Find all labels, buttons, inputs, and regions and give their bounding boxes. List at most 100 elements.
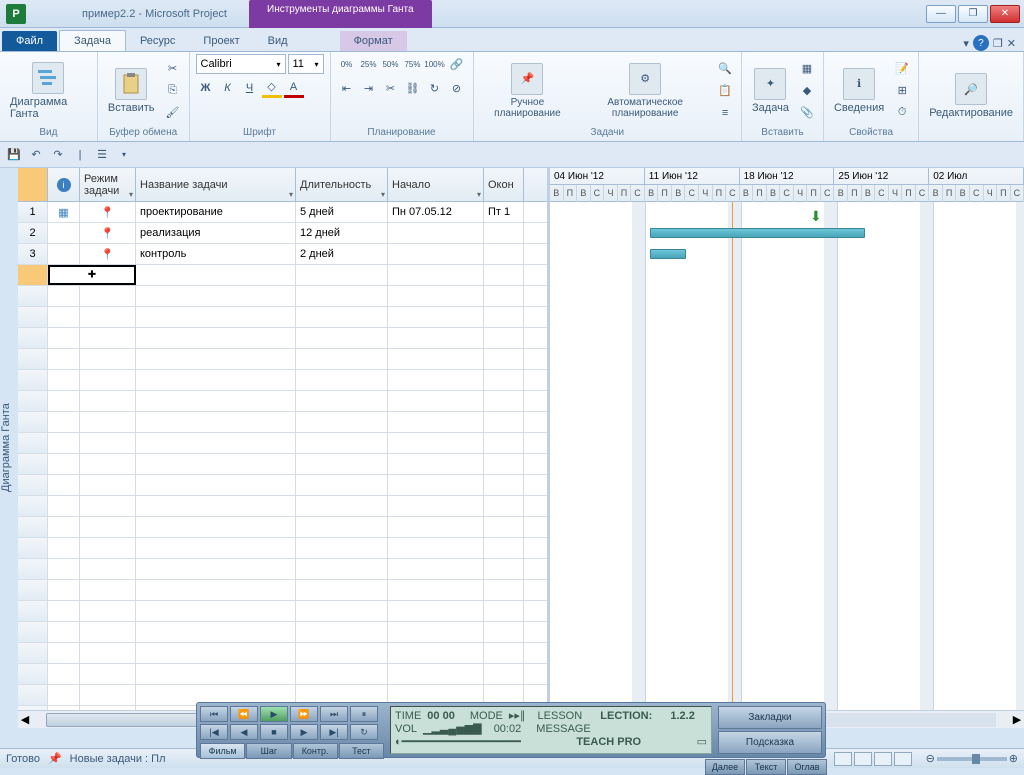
- tab-project[interactable]: Проект: [189, 31, 253, 51]
- indent-button[interactable]: ⇥: [359, 78, 379, 98]
- table-row[interactable]: 3 📍 контроль 2 дней: [18, 244, 547, 265]
- view-resource-button[interactable]: [894, 752, 912, 766]
- format-painter-button[interactable]: 🖌: [163, 103, 183, 123]
- view-gantt-button[interactable]: [834, 752, 852, 766]
- media-bookmarks-button[interactable]: Закладки: [718, 706, 822, 729]
- split-button[interactable]: ✂: [381, 78, 401, 98]
- gantt-canvas[interactable]: ⬇: [550, 202, 1024, 710]
- undo-button[interactable]: ↶: [28, 147, 44, 163]
- close-button[interactable]: ✕: [990, 5, 1020, 23]
- task-insert-button[interactable]: ✦Задача: [748, 66, 793, 116]
- col-name[interactable]: Название задачи▾: [136, 168, 296, 201]
- table-row-new[interactable]: [18, 265, 547, 286]
- pct50-button[interactable]: 50%: [381, 54, 401, 74]
- table-row-empty[interactable]: [18, 307, 547, 328]
- media-bottom-next[interactable]: Далее: [705, 759, 745, 775]
- table-row-empty[interactable]: [18, 370, 547, 391]
- summary-button[interactable]: ▦: [797, 59, 817, 79]
- table-row-empty[interactable]: [18, 349, 547, 370]
- table-row-empty[interactable]: [18, 559, 547, 580]
- media-rewind-button[interactable]: ⏪: [230, 706, 258, 722]
- tab-file[interactable]: Файл: [2, 31, 57, 51]
- inspect-button[interactable]: 🔍: [715, 59, 735, 79]
- media-tab-film[interactable]: Фильм: [200, 743, 245, 759]
- tab-task[interactable]: Задача: [59, 30, 126, 51]
- media-loop-button[interactable]: ↻: [350, 724, 378, 740]
- pct100-button[interactable]: 100%: [425, 54, 445, 74]
- custom-button[interactable]: ☰: [94, 147, 110, 163]
- active-cell[interactable]: [48, 265, 136, 285]
- col-start[interactable]: Начало▾: [388, 168, 484, 201]
- table-row-empty[interactable]: [18, 412, 547, 433]
- table-row-empty[interactable]: [18, 433, 547, 454]
- paste-button[interactable]: Вставить: [104, 66, 159, 116]
- close-doc-icon[interactable]: ✕: [1007, 37, 1016, 50]
- link-button[interactable]: 🔗: [447, 54, 467, 74]
- table-row-empty[interactable]: [18, 286, 547, 307]
- notes-button[interactable]: 📝: [892, 59, 912, 79]
- underline-button[interactable]: Ч: [240, 78, 260, 98]
- table-row-empty[interactable]: [18, 475, 547, 496]
- media-fwd-button[interactable]: ▶: [290, 724, 318, 740]
- select-all-corner[interactable]: [18, 168, 48, 201]
- media-hint-button[interactable]: Подсказка: [718, 731, 822, 754]
- information-button[interactable]: ℹСведения: [830, 66, 888, 116]
- table-row-empty[interactable]: [18, 517, 547, 538]
- inactivate-button[interactable]: ⊘: [447, 78, 467, 98]
- view-usage-button[interactable]: [854, 752, 872, 766]
- media-tab-control[interactable]: Контр.: [293, 743, 338, 759]
- manual-schedule-button[interactable]: 📌Ручное планирование: [480, 61, 576, 121]
- gantt-chart-button[interactable]: Диаграмма Ганта: [6, 60, 91, 122]
- pct75-button[interactable]: 75%: [403, 54, 423, 74]
- mode-button[interactable]: ≡: [715, 103, 735, 123]
- col-duration[interactable]: Длительность▾: [296, 168, 388, 201]
- milestone-button[interactable]: ◆: [797, 81, 817, 101]
- deliverable-button[interactable]: 📎: [797, 103, 817, 123]
- table-row-empty[interactable]: [18, 664, 547, 685]
- media-prev-button[interactable]: ⏮: [200, 706, 228, 722]
- table-row-empty[interactable]: [18, 622, 547, 643]
- table-row-empty[interactable]: [18, 538, 547, 559]
- fill-color-button[interactable]: ◇: [262, 78, 282, 98]
- media-play-button[interactable]: ▶: [260, 706, 288, 722]
- respect-button[interactable]: ↻: [425, 78, 445, 98]
- cut-button[interactable]: ✂: [163, 59, 183, 79]
- zoom-out-button[interactable]: ⊖: [926, 752, 935, 765]
- media-next-button[interactable]: ⏭: [320, 706, 348, 722]
- help-icon[interactable]: ?: [973, 35, 989, 51]
- media-pause-button[interactable]: ⏸: [350, 706, 378, 722]
- font-name-select[interactable]: Calibri▾: [196, 54, 286, 74]
- move-button[interactable]: 📋: [715, 81, 735, 101]
- table-row-empty[interactable]: [18, 643, 547, 664]
- media-bottom-text[interactable]: Текст: [746, 759, 786, 775]
- redo-button[interactable]: ↷: [50, 147, 66, 163]
- col-finish[interactable]: Окон: [484, 168, 524, 201]
- timeline-button[interactable]: ⏱: [892, 103, 912, 123]
- qat-dropdown[interactable]: ▾: [116, 147, 132, 163]
- copy-button[interactable]: ⎘: [163, 81, 183, 101]
- media-first-button[interactable]: |◀: [200, 724, 228, 740]
- table-row-empty[interactable]: [18, 496, 547, 517]
- font-color-button[interactable]: A: [284, 78, 304, 98]
- bold-button[interactable]: Ж: [196, 78, 216, 98]
- media-tab-test[interactable]: Тест: [339, 743, 384, 759]
- font-size-select[interactable]: 11▾: [288, 54, 324, 74]
- save-button[interactable]: 💾: [6, 147, 22, 163]
- restore-icon[interactable]: ❐: [993, 37, 1003, 50]
- table-row-empty[interactable]: [18, 328, 547, 349]
- view-team-button[interactable]: [874, 752, 892, 766]
- maximize-button[interactable]: ❐: [958, 5, 988, 23]
- media-bottom-toc[interactable]: Оглав: [787, 759, 827, 775]
- pct25-button[interactable]: 25%: [359, 54, 379, 74]
- table-row-empty[interactable]: [18, 454, 547, 475]
- ribbon-minimize-icon[interactable]: ▾: [963, 37, 969, 50]
- outdent-button[interactable]: ⇤: [337, 78, 357, 98]
- media-stop-button[interactable]: ■: [260, 724, 288, 740]
- table-row-empty[interactable]: [18, 391, 547, 412]
- media-last-button[interactable]: ▶|: [320, 724, 348, 740]
- tab-view[interactable]: Вид: [254, 31, 302, 51]
- pct0-button[interactable]: 0%: [337, 54, 357, 74]
- gantt-bar[interactable]: [650, 249, 686, 259]
- tab-resource[interactable]: Ресурс: [126, 31, 189, 51]
- table-row[interactable]: 2 📍 реализация 12 дней: [18, 223, 547, 244]
